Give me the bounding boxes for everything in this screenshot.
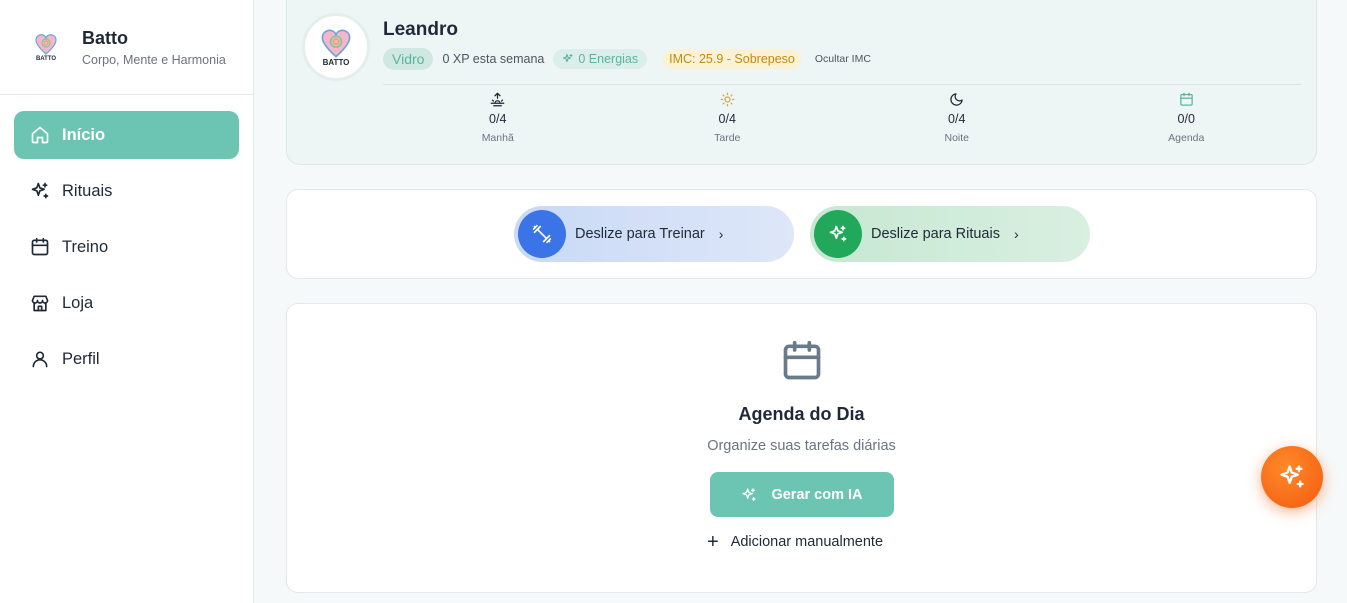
sun-icon — [720, 92, 735, 107]
moon-icon — [950, 93, 963, 106]
period-afternoon: 0/4 Tarde — [613, 92, 843, 144]
swipe-ritual-label: Deslize para Rituais — [871, 226, 1000, 242]
sparkles-icon — [1280, 465, 1304, 488]
hide-imc-link[interactable]: Ocultar IMC — [815, 53, 871, 65]
swipe-ritual-slider[interactable]: Deslize para Rituais › — [810, 206, 1090, 262]
swipe-train-label: Deslize para Treinar — [575, 226, 705, 242]
profile-card: BATTO Leandro Vidro 0 XP esta semana 0 E… — [286, 0, 1317, 165]
nav-item-label: Rituais — [62, 181, 113, 200]
nav-item-loja[interactable]: Loja — [14, 279, 239, 327]
main-nav: Início Rituais Treino Loja Perfil — [0, 95, 253, 407]
xp-text: 0 XP esta semana — [442, 52, 545, 66]
period-label: Agenda — [1168, 132, 1205, 144]
calendar-icon — [1180, 92, 1193, 106]
divider — [383, 84, 1301, 85]
generate-ai-button[interactable]: Gerar com IA — [710, 472, 894, 517]
calendar-icon — [31, 237, 49, 256]
chevron-right-icon: › — [718, 226, 724, 242]
period-stats: 0/4 Manhã 0/4 Tarde 0/4 Noite 0/0 Agenda — [383, 92, 1301, 144]
logo: BATTO — [30, 31, 62, 63]
swipe-train-handle[interactable] — [518, 210, 566, 258]
ai-assistant-fab[interactable] — [1261, 446, 1323, 508]
profile-name: Leandro — [383, 19, 458, 40]
period-morning: 0/4 Manhã — [383, 92, 613, 144]
energy-text: 0 Energias — [578, 52, 639, 66]
energy-badge: 0 Energias — [553, 49, 648, 69]
period-night: 0/4 Noite — [842, 92, 1072, 144]
brand-name: Batto — [82, 27, 128, 48]
brand[interactable]: BATTO Batto Corpo, Mente e Harmonia — [0, 0, 253, 95]
agenda-card: Agenda do Dia Organize suas tarefas diár… — [286, 303, 1317, 593]
profile-meta: Vidro 0 XP esta semana 0 Energias IMC: 2… — [383, 48, 871, 70]
add-manual-button[interactable]: + Adicionar manualmente — [707, 532, 883, 552]
nav-item-rituais[interactable]: Rituais — [14, 167, 239, 215]
nav-item-label: Loja — [62, 293, 94, 312]
store-icon — [31, 295, 49, 312]
nav-item-treino[interactable]: Treino — [14, 223, 239, 271]
plus-icon: + — [707, 531, 719, 553]
sparkles-icon — [829, 225, 847, 242]
sidebar: BATTO Batto Corpo, Mente e Harmonia Iníc… — [0, 0, 254, 603]
dumbbell-icon — [532, 224, 552, 244]
level-badge: Vidro — [383, 48, 434, 70]
swipe-train-slider[interactable]: Deslize para Treinar › — [514, 206, 794, 262]
period-agenda: 0/0 Agenda — [1072, 92, 1302, 144]
user-icon — [32, 351, 48, 368]
period-count: 0/4 — [489, 112, 507, 126]
avatar[interactable]: BATTO — [302, 13, 370, 81]
generate-ai-label: Gerar com IA — [771, 486, 863, 503]
nav-item-label: Perfil — [62, 349, 100, 368]
agenda-subtitle: Organize suas tarefas diárias — [707, 438, 896, 454]
chevron-right-icon: › — [1013, 226, 1019, 242]
home-icon — [31, 126, 49, 144]
logo-text: BATTO — [35, 55, 57, 62]
period-count: 0/0 — [1177, 112, 1195, 126]
nav-item-inicio[interactable]: Início — [14, 111, 239, 159]
swipe-ritual-handle[interactable] — [814, 210, 862, 258]
nav-item-label: Início — [62, 125, 106, 144]
period-label: Tarde — [714, 132, 741, 144]
nav-item-perfil[interactable]: Perfil — [14, 335, 239, 383]
period-label: Noite — [944, 132, 969, 144]
sparkles-icon — [31, 182, 49, 199]
brand-tagline: Corpo, Mente e Harmonia — [82, 52, 226, 67]
avatar-logo-text: BATTO — [322, 57, 350, 67]
sunrise-icon — [490, 92, 505, 107]
calendar-icon — [783, 340, 821, 380]
swipe-actions-card: Deslize para Treinar › Deslize para Ritu… — [286, 189, 1317, 279]
imc-badge: IMC: 25.9 - Sobrepeso — [663, 49, 801, 69]
add-manual-label: Adicionar manualmente — [730, 534, 884, 550]
agenda-title: Agenda do Dia — [738, 404, 865, 424]
period-count: 0/4 — [718, 112, 736, 126]
period-count: 0/4 — [948, 112, 966, 126]
sparkles-icon — [563, 53, 573, 63]
sparkles-icon — [742, 487, 757, 501]
period-label: Manhã — [481, 132, 514, 144]
nav-item-label: Treino — [62, 237, 109, 256]
